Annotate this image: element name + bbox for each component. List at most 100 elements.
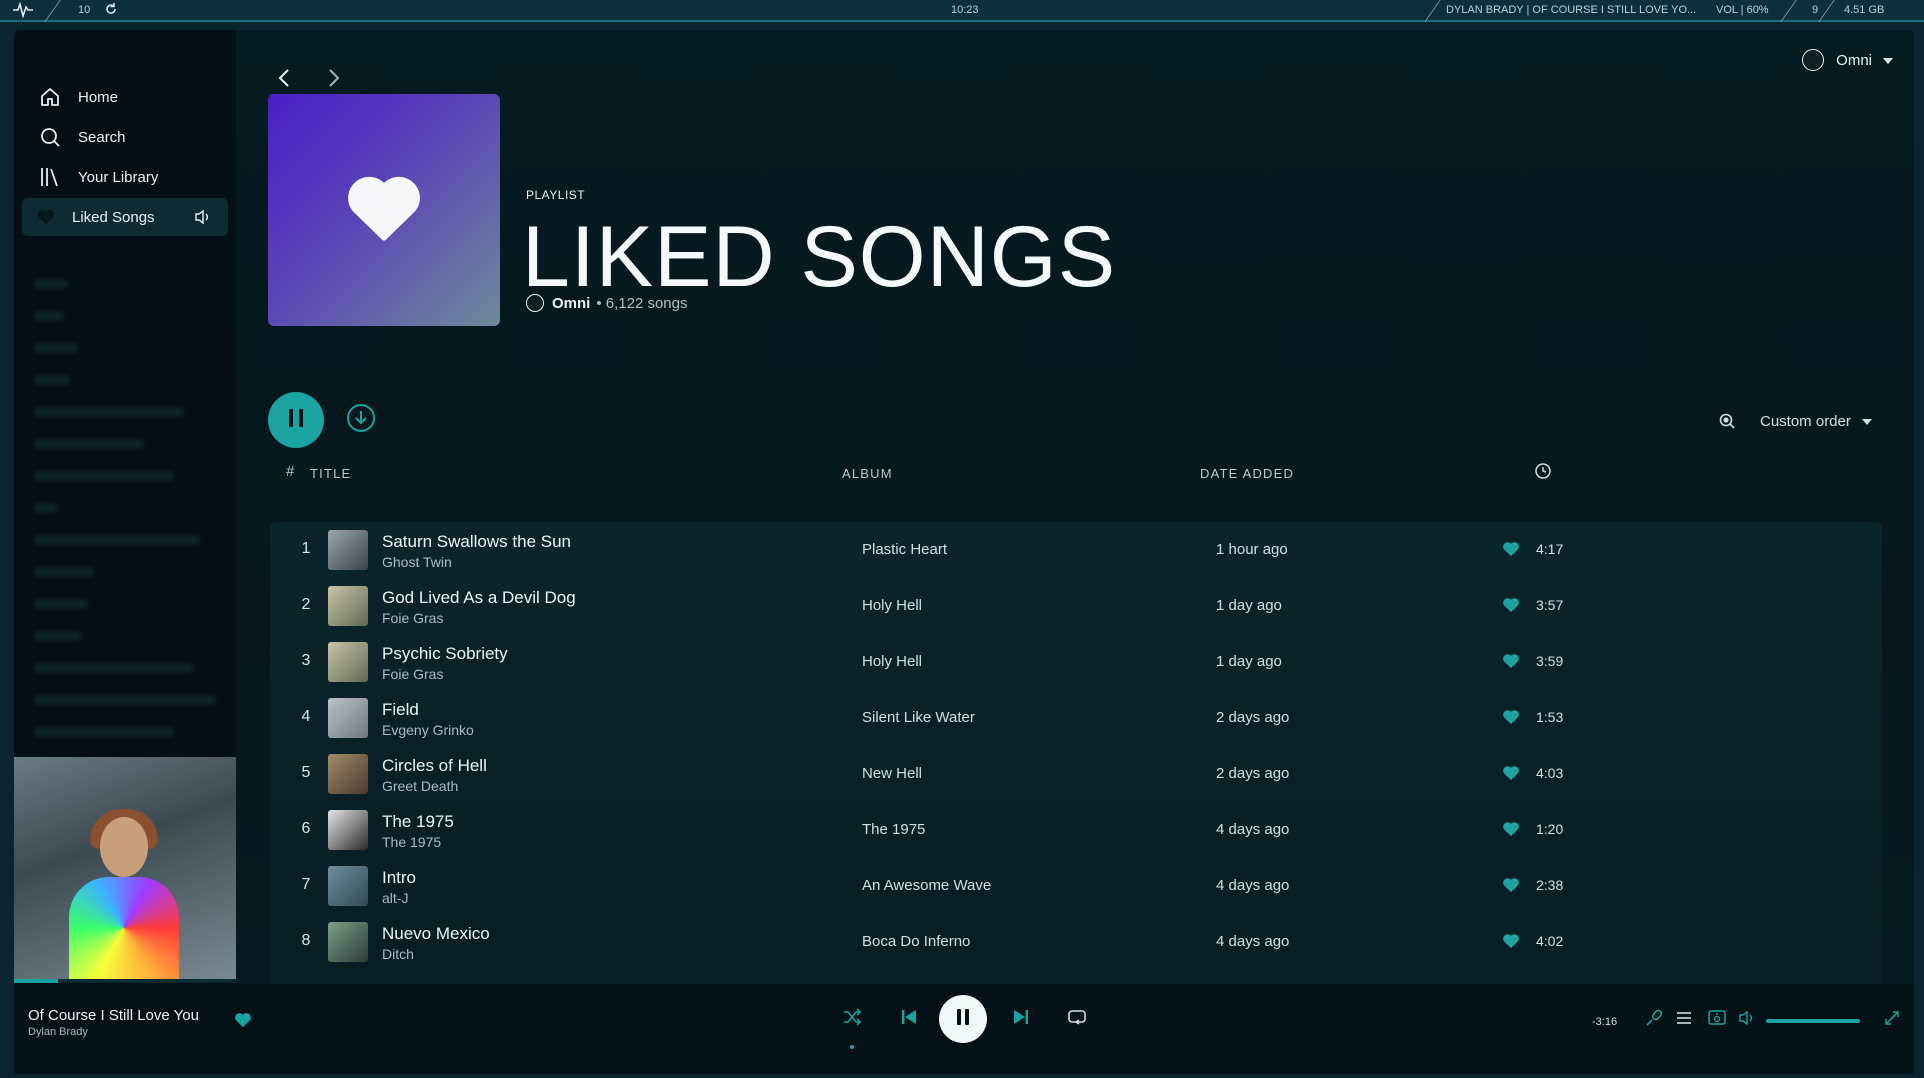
playlist-placeholder[interactable] [34, 728, 174, 736]
search-icon [38, 125, 62, 149]
track-title[interactable]: Psychic Sobriety [382, 644, 508, 664]
main-content: Omni PLAYLIST LIKED SONGS Omni • 6,122 s… [236, 30, 1914, 1002]
table-row[interactable]: 8 Nuevo Mexico Ditch Boca Do Inferno 4 days … [270, 914, 1882, 970]
track-thumbnail [328, 698, 368, 738]
fullscreen-button[interactable] [1882, 1010, 1902, 1030]
track-number: 1 [301, 540, 311, 557]
heart-icon[interactable] [1502, 709, 1520, 727]
sidebar-item-home[interactable]: Home [22, 78, 228, 116]
playlist-placeholder[interactable] [34, 696, 216, 704]
refresh-icon[interactable] [104, 2, 118, 19]
track-duration: 2:38 [1536, 877, 1564, 893]
track-artist[interactable]: Ghost Twin [382, 554, 452, 570]
track-artist[interactable]: Greet Death [382, 778, 458, 794]
heart-icon[interactable] [1502, 821, 1520, 839]
repeat-button[interactable] [1062, 1004, 1092, 1034]
queue-button[interactable] [1674, 1010, 1694, 1030]
heart-icon[interactable] [1502, 765, 1520, 783]
now-playing-title[interactable]: Of Course I Still Love You [28, 1007, 199, 1024]
track-title[interactable]: Saturn Swallows the Sun [382, 532, 571, 552]
track-artist[interactable]: Evgeny Grinko [382, 722, 474, 738]
table-row[interactable]: 2 God Lived As a Devil Dog Foie Gras Holy H… [270, 578, 1882, 634]
now-playing-artist[interactable]: Dylan Brady [28, 1026, 88, 1038]
playlist-placeholder[interactable] [34, 344, 78, 352]
track-title[interactable]: Nuevo Mexico [382, 924, 490, 944]
track-album[interactable]: The 1975 [862, 821, 925, 838]
table-row[interactable]: 6 The 1975 The 1975 The 1975 4 days ago 1:20 [270, 802, 1882, 858]
playlist-owner[interactable]: Omni [552, 295, 590, 312]
playlist-placeholder[interactable] [34, 664, 194, 672]
volume-button[interactable] [1738, 1010, 1758, 1030]
track-album[interactable]: Holy Hell [862, 597, 922, 614]
track-artist[interactable]: Ditch [382, 946, 414, 962]
track-title[interactable]: God Lived As a Devil Dog [382, 588, 576, 608]
sort-order-dropdown[interactable]: Custom order [1760, 413, 1873, 430]
volume-slider[interactable] [1766, 1019, 1860, 1023]
heart-icon[interactable] [1502, 877, 1520, 895]
like-button[interactable] [234, 1012, 252, 1030]
column-title[interactable]: TITLE [310, 466, 351, 481]
back-button[interactable] [272, 66, 296, 90]
workspace-number[interactable]: 10 [78, 4, 90, 16]
track-duration: 4:17 [1536, 541, 1564, 557]
sidebar-item-library[interactable]: Your Library [22, 158, 228, 196]
lyrics-button[interactable] [1644, 1009, 1664, 1030]
table-row[interactable]: 3 Psychic Sobriety Foie Gras Holy Hell 1 day… [270, 634, 1882, 690]
track-date-added: 4 days ago [1216, 821, 1290, 838]
devices-button[interactable] [1707, 1009, 1727, 1031]
column-date-added[interactable]: DATE ADDED [1200, 466, 1294, 481]
heart-icon[interactable] [1502, 597, 1520, 615]
heart-icon[interactable] [1502, 541, 1520, 559]
playlist-placeholder[interactable] [34, 408, 184, 416]
play-pause-button[interactable] [939, 995, 987, 1043]
user-menu[interactable]: Omni [1802, 44, 1894, 76]
sidebar-item-liked-songs[interactable]: Liked Songs [22, 198, 228, 236]
track-artist[interactable]: alt-J [382, 890, 408, 906]
track-progress-bar[interactable] [14, 979, 236, 983]
playlist-placeholder[interactable] [34, 440, 144, 448]
chevron-down-icon [1882, 52, 1894, 69]
notification-count: 9 [1812, 4, 1819, 16]
search-in-playlist-button[interactable] [1718, 412, 1738, 432]
playlist-placeholder[interactable] [34, 536, 200, 544]
track-artist[interactable]: The 1975 [382, 834, 441, 850]
track-album[interactable]: Silent Like Water [862, 709, 975, 726]
track-album[interactable]: New Hell [862, 765, 922, 782]
track-title[interactable]: Intro [382, 868, 416, 888]
playlist-placeholder[interactable] [34, 632, 82, 640]
table-row[interactable]: 4 Field Evgeny Grinko Silent Like Water 2 da… [270, 690, 1882, 746]
track-title[interactable]: Circles of Hell [382, 756, 487, 776]
playlist-placeholder[interactable] [34, 600, 88, 608]
playlist-placeholder[interactable] [34, 312, 64, 320]
heart-icon[interactable] [1502, 933, 1520, 951]
shuffle-button[interactable] [837, 1004, 867, 1034]
track-album[interactable]: Plastic Heart [862, 541, 947, 558]
column-album[interactable]: ALBUM [842, 466, 893, 481]
playlist-placeholder[interactable] [34, 472, 174, 480]
track-number: 5 [301, 764, 311, 781]
playlist-placeholder[interactable] [34, 376, 70, 384]
download-button[interactable] [346, 403, 376, 438]
playlist-placeholder[interactable] [34, 568, 94, 576]
track-album[interactable]: Boca Do Inferno [862, 933, 970, 950]
track-album[interactable]: An Awesome Wave [862, 877, 991, 894]
previous-button[interactable] [894, 1004, 924, 1034]
track-album[interactable]: Holy Hell [862, 653, 922, 670]
sidebar-item-search[interactable]: Search [22, 118, 228, 156]
table-row[interactable]: 7 Intro alt-J An Awesome Wave 4 days ago 2:38 [270, 858, 1882, 914]
track-title[interactable]: Field [382, 700, 419, 720]
playlist-placeholder[interactable] [34, 280, 68, 288]
next-button[interactable] [1006, 1004, 1036, 1034]
heart-icon[interactable] [1502, 653, 1520, 671]
playlist-placeholder[interactable] [34, 504, 58, 512]
track-title[interactable]: The 1975 [382, 812, 454, 832]
table-row[interactable]: 1 Saturn Swallows the Sun Ghost Twin Plasti… [270, 522, 1882, 578]
track-artist[interactable]: Foie Gras [382, 610, 443, 626]
pause-button[interactable] [268, 392, 324, 448]
forward-button[interactable] [322, 66, 346, 90]
devices-icon [1708, 1009, 1726, 1031]
now-playing-album-art[interactable] [14, 757, 236, 979]
download-icon [346, 403, 376, 438]
track-artist[interactable]: Foie Gras [382, 666, 443, 682]
table-row[interactable]: 5 Circles of Hell Greet Death New Hell 2 day… [270, 746, 1882, 802]
